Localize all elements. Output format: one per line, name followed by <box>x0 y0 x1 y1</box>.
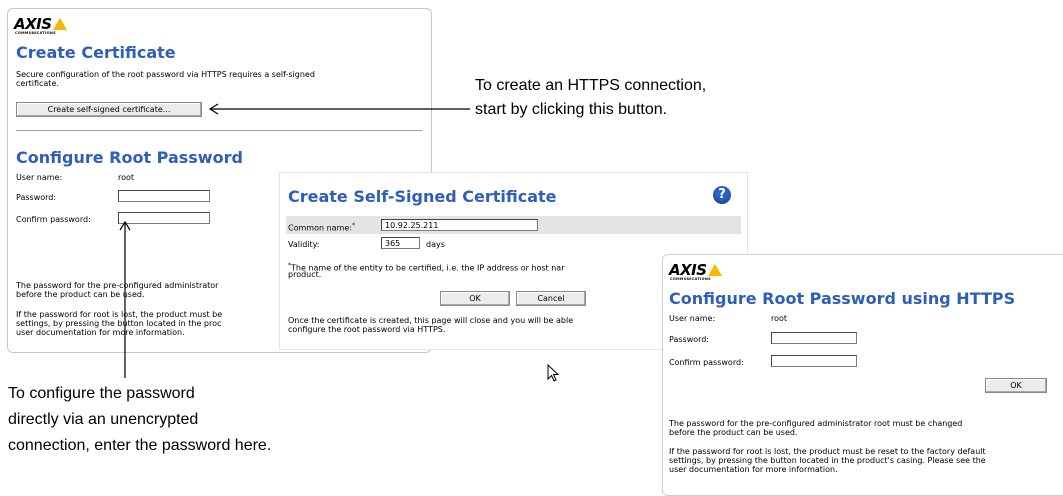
https-annotation-line1: To create an HTTPS connection, <box>475 77 707 94</box>
https-annotation-line2: start by clicking this button. <box>475 101 668 118</box>
plain-annotation-line2: directly via an unencrypted <box>8 411 199 428</box>
plain-annotation-line1: To configure the password <box>8 385 195 402</box>
arrow-up-icon <box>119 220 131 378</box>
plain-annotation-line3: connection, enter the password here. <box>8 437 272 454</box>
arrow-left-icon <box>208 103 470 115</box>
